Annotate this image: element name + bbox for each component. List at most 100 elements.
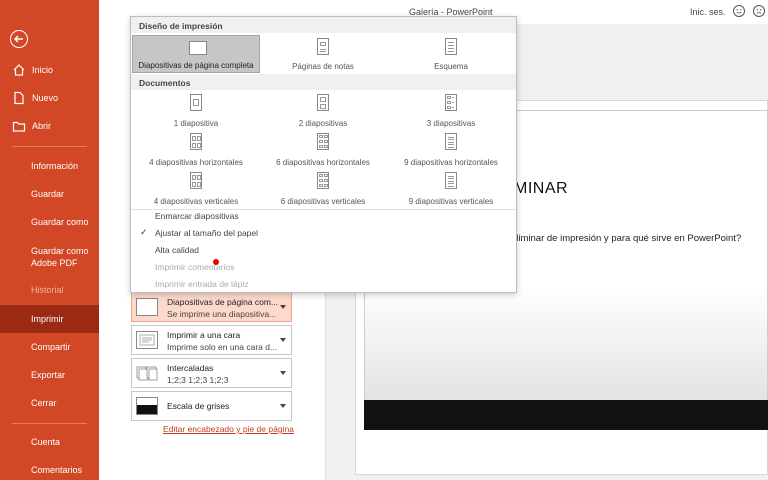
nav-informacion[interactable]: Información xyxy=(0,153,99,179)
home-icon xyxy=(12,63,26,77)
chevron-down-icon xyxy=(280,404,286,408)
nav-label: Guardar xyxy=(31,189,65,199)
handout-label: 9 diapositivas verticales xyxy=(408,197,494,206)
nav-compartir[interactable]: Compartir xyxy=(0,334,99,360)
notes-page-icon xyxy=(317,38,329,55)
setting-subtitle: 1;2;3 1;2;3 1;2;3 xyxy=(167,375,229,385)
frown-icon[interactable] xyxy=(753,5,765,17)
option-high-quality[interactable]: Alta calidad xyxy=(155,245,199,255)
nav-label: Comentarios xyxy=(31,465,83,475)
full-page-slide-icon xyxy=(189,41,207,55)
handout-label: 2 diapositivas xyxy=(298,119,348,128)
handout-6-vertical[interactable]: 6 diapositivas verticales xyxy=(259,170,387,208)
back-arrow-icon[interactable] xyxy=(10,30,28,48)
layout-label: Esquema xyxy=(434,62,468,71)
preview-slide-text: eliminar de impresión y para qué sirve e… xyxy=(511,233,742,244)
handout-label: 1 diapositiva xyxy=(173,119,219,128)
full-page-slide-icon xyxy=(136,298,158,316)
chevron-down-icon xyxy=(280,338,286,342)
layout-full-page-slides[interactable]: Diapositivas de página completa xyxy=(132,35,260,73)
nav-label: Cuenta xyxy=(31,437,61,447)
nav-inicio[interactable]: Inicio xyxy=(0,57,99,83)
chevron-down-icon xyxy=(280,305,286,309)
backstage-sidebar: Inicio Nuevo Abrir Información Guardar G… xyxy=(0,0,99,480)
layout-setting-dropdown[interactable]: Diapositivas de página com... Se imprime… xyxy=(131,292,292,322)
setting-subtitle: Se imprime una diapositiva... xyxy=(167,309,277,319)
nav-abrir[interactable]: Abrir xyxy=(0,113,99,139)
setting-title: Diapositivas de página com... xyxy=(167,297,279,307)
handout-label: 4 diapositivas horizontales xyxy=(149,158,243,167)
collate-setting-dropdown[interactable]: Intercaladas 1;2;3 1;2;3 1;2;3 xyxy=(131,358,292,388)
handout-9-vertical-icon xyxy=(445,172,457,189)
sidebar-divider xyxy=(12,423,87,424)
setting-title: Intercaladas xyxy=(167,363,214,373)
nav-label: Compartir xyxy=(31,342,71,352)
nav-label: Información xyxy=(31,161,79,171)
nav-nuevo[interactable]: Nuevo xyxy=(0,85,99,111)
handout-1-slide[interactable]: 1 diapositiva xyxy=(132,92,260,130)
handout-6-horizontal[interactable]: 6 diapositivas horizontales xyxy=(259,131,387,169)
one-sided-print-icon xyxy=(136,331,158,349)
edit-header-footer-link[interactable]: Editar encabezado y pie de página xyxy=(163,424,294,434)
preview-slide-title: MINAR xyxy=(514,180,569,197)
nav-label: Inicio xyxy=(32,65,54,75)
nav-cerrar[interactable]: Cerrar xyxy=(0,390,99,416)
handout-label: 6 diapositivas horizontales xyxy=(276,158,370,167)
option-frame-slides[interactable]: Enmarcar diapositivas xyxy=(155,211,239,221)
nav-label: Cerrar xyxy=(31,398,57,408)
handout-4-horizontal-icon xyxy=(190,133,202,150)
color-setting-dropdown[interactable]: Escala de grises xyxy=(131,391,292,421)
nav-guardar[interactable]: Guardar xyxy=(0,181,99,207)
handout-3-slides-icon xyxy=(445,94,457,111)
handout-9-horizontal-icon xyxy=(445,133,457,150)
nav-label: Exportar xyxy=(31,370,66,380)
sides-setting-dropdown[interactable]: Imprimir a una cara Imprime solo en una … xyxy=(131,325,292,355)
popup-divider xyxy=(131,209,516,210)
setting-subtitle: Imprime solo en una cara d... xyxy=(167,342,278,352)
option-scale-to-fit-paper[interactable]: Ajustar al tamaño del papel xyxy=(155,228,258,238)
handout-4-horizontal[interactable]: 4 diapositivas horizontales xyxy=(132,131,260,169)
handout-9-horizontal[interactable]: 9 diapositivas horizontales xyxy=(387,131,515,169)
nav-guardar-como[interactable]: Guardar como xyxy=(0,209,99,235)
handout-1-slide-icon xyxy=(190,94,202,111)
layout-outline[interactable]: Esquema xyxy=(387,35,515,73)
nav-cuenta[interactable]: Cuenta xyxy=(0,429,99,455)
smile-icon[interactable] xyxy=(733,5,745,17)
nav-exportar[interactable]: Exportar xyxy=(0,362,99,388)
nav-comentarios[interactable]: Comentarios xyxy=(0,457,99,480)
handout-6-horizontal-icon xyxy=(317,133,329,150)
chevron-down-icon xyxy=(280,371,286,375)
nav-historial: Historial xyxy=(0,277,99,303)
checkmark-icon: ✓ xyxy=(140,227,148,237)
print-layout-popup: Diseño de impresión Diapositivas de pági… xyxy=(130,16,517,293)
handout-6-vertical-icon xyxy=(317,172,329,189)
sign-in-link[interactable]: Inic. ses. xyxy=(690,7,726,17)
mouse-cursor-indicator xyxy=(213,259,219,265)
handout-4-vertical[interactable]: 4 diapositivas verticales xyxy=(132,170,260,208)
nav-label: Abrir xyxy=(32,121,52,131)
sidebar-divider xyxy=(12,146,87,147)
nav-label: Nuevo xyxy=(32,93,59,103)
handout-label: 4 diapositivas verticales xyxy=(153,197,239,206)
handout-3-slides[interactable]: 3 diapositivas xyxy=(387,92,515,130)
outline-icon xyxy=(445,38,457,55)
section-header-documents: Documentos xyxy=(131,74,516,90)
layout-notes-pages[interactable]: Páginas de notas xyxy=(259,35,387,73)
grayscale-icon xyxy=(136,397,158,415)
preview-slide-footer-bar xyxy=(364,400,768,430)
nav-guardar-adobe-pdf[interactable]: Guardar como Adobe PDF xyxy=(0,241,99,277)
layout-label: Páginas de notas xyxy=(292,62,354,71)
section-header-layout: Diseño de impresión xyxy=(131,17,516,33)
setting-title: Escala de grises xyxy=(167,401,230,411)
nav-imprimir[interactable]: Imprimir xyxy=(0,305,99,333)
nav-label: Imprimir xyxy=(31,314,64,324)
handout-4-vertical-icon xyxy=(190,172,202,189)
folder-icon xyxy=(12,119,26,133)
option-print-ink: Imprimir entrada de lápiz xyxy=(155,279,249,289)
handout-2-slides-icon xyxy=(317,94,329,111)
layout-label: Diapositivas de página completa xyxy=(138,61,254,70)
collated-pages-icon xyxy=(136,364,158,382)
handout-9-vertical[interactable]: 9 diapositivas verticales xyxy=(387,170,515,208)
handout-2-slides[interactable]: 2 diapositivas xyxy=(259,92,387,130)
handout-label: 9 diapositivas horizontales xyxy=(404,158,498,167)
